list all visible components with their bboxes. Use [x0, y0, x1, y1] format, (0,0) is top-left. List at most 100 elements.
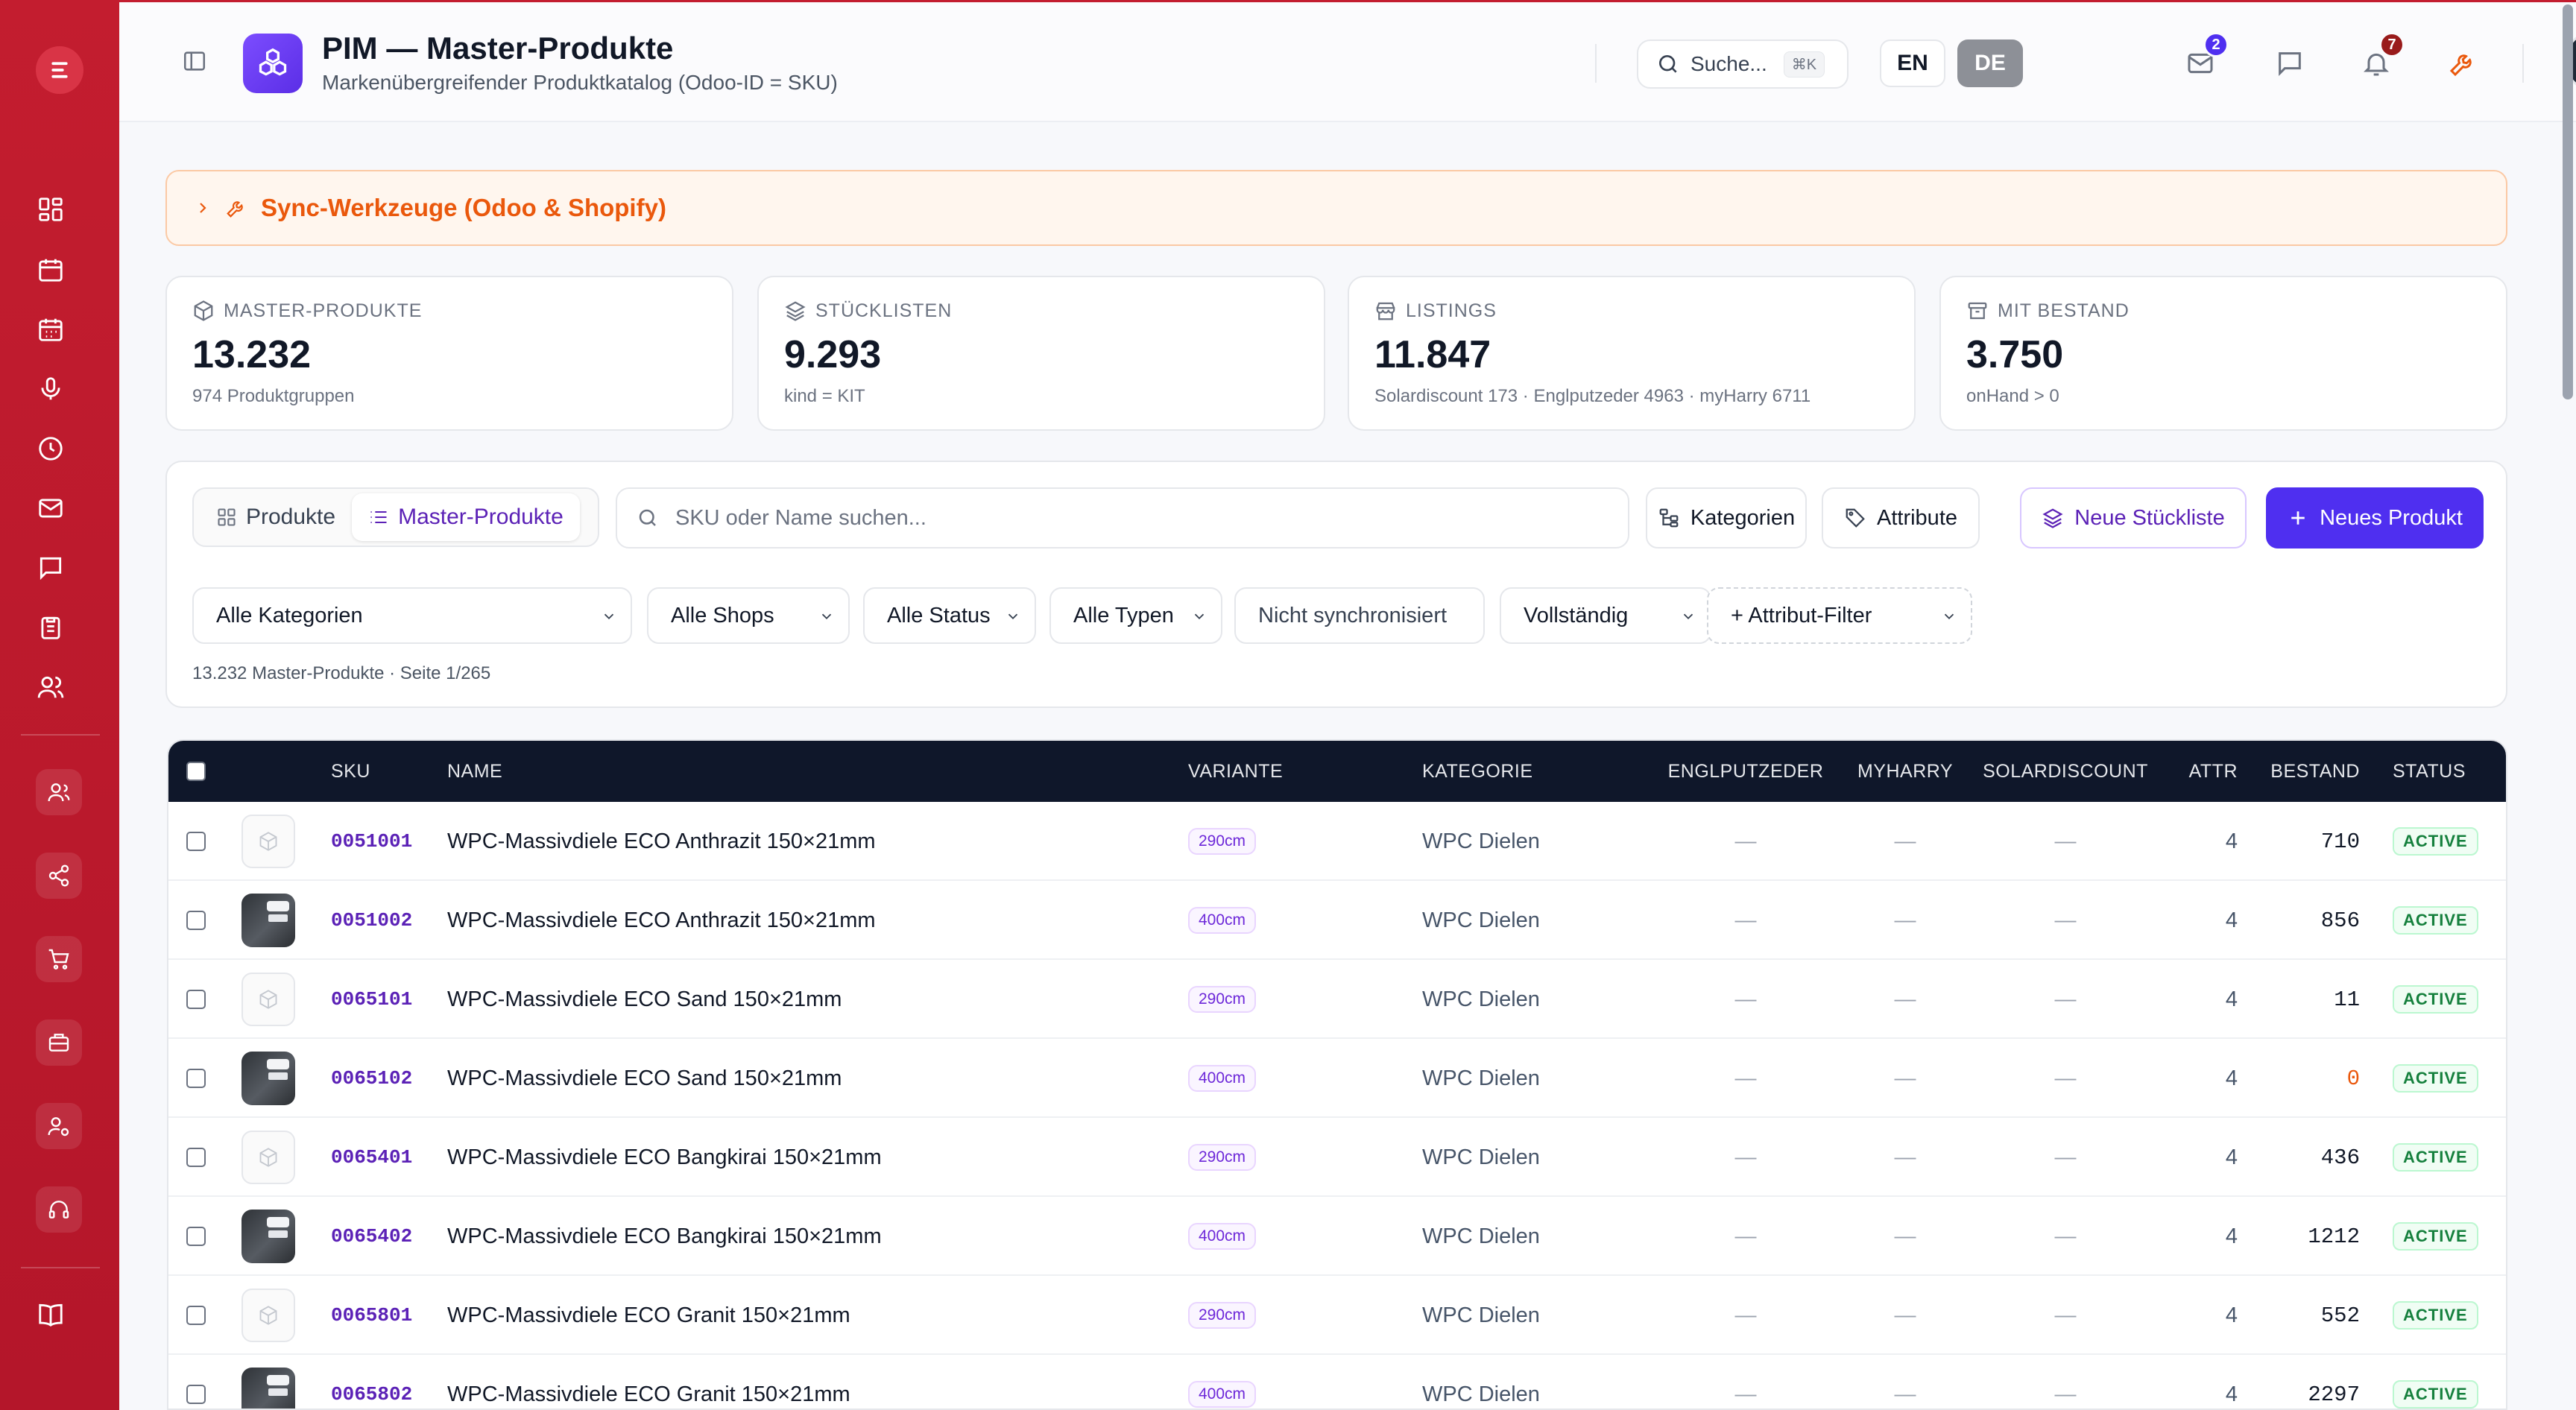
product-image[interactable] [242, 1210, 295, 1263]
dashboard-icon[interactable] [33, 192, 69, 227]
col-stock[interactable]: BESTAND [2248, 741, 2360, 802]
table-row[interactable]: 0051001 WPC-Massivdiele ECO Anthrazit 150… [168, 802, 2506, 881]
select-all-checkbox[interactable] [186, 741, 206, 802]
category-select[interactable]: Alle Kategorien [192, 587, 632, 644]
mail-icon[interactable] [33, 490, 69, 526]
row-checkbox[interactable] [186, 1118, 206, 1197]
row-checkbox[interactable] [186, 1197, 206, 1276]
messages-button[interactable] [2272, 45, 2308, 81]
product-name[interactable]: WPC-Massivdiele ECO Bangkirai 150×21mm [447, 1118, 882, 1197]
clock-icon[interactable] [33, 431, 69, 467]
share-icon[interactable] [36, 853, 82, 899]
row-checkbox[interactable] [186, 960, 206, 1039]
product-name[interactable]: WPC-Massivdiele ECO Sand 150×21mm [447, 960, 842, 1039]
chat-icon[interactable] [33, 550, 69, 586]
global-search-label: Suche... [1690, 52, 1767, 75]
shops-select[interactable]: Alle Shops [647, 587, 850, 644]
cart-icon[interactable] [36, 936, 82, 982]
table-row[interactable]: 0051002 WPC-Massivdiele ECO Anthrazit 150… [168, 881, 2506, 960]
sku-link[interactable]: 0051001 [331, 830, 412, 853]
product-name[interactable]: WPC-Massivdiele ECO Granit 150×21mm [447, 1355, 850, 1409]
sync-tools-label: Sync-Werkzeuge (Odoo & Shopify) [261, 194, 666, 221]
product-image[interactable] [242, 894, 295, 947]
completeness-select[interactable]: Vollständig [1500, 587, 1711, 644]
microphone-icon[interactable] [33, 371, 69, 407]
tab-products[interactable]: Produkte [200, 493, 352, 541]
notifications-button[interactable]: 7 [2358, 32, 2405, 81]
col-englputzeder[interactable]: ENGLPUTZEDER [1649, 741, 1843, 802]
headset-icon[interactable] [36, 1186, 82, 1233]
briefcase-icon[interactable] [36, 1019, 82, 1066]
row-checkbox[interactable] [186, 1039, 206, 1118]
product-name[interactable]: WPC-Massivdiele ECO Anthrazit 150×21mm [447, 802, 876, 881]
lang-de-button[interactable]: DE [1957, 39, 2023, 87]
sku-link[interactable]: 0065801 [331, 1304, 412, 1327]
product-name[interactable]: WPC-Massivdiele ECO Sand 150×21mm [447, 1039, 842, 1118]
calendar-grid-icon[interactable] [33, 312, 69, 347]
col-status[interactable]: STATUS [2393, 741, 2466, 802]
sku-link[interactable]: 0065102 [331, 1067, 412, 1090]
book-icon[interactable] [33, 1297, 69, 1332]
lang-en-button[interactable]: EN [1880, 39, 1945, 87]
row-checkbox[interactable] [186, 881, 206, 960]
table-row[interactable]: 0065801 WPC-Massivdiele ECO Granit 150×21… [168, 1276, 2506, 1355]
sku-link[interactable]: 0051002 [331, 909, 412, 932]
box-icon [194, 300, 213, 321]
product-image-placeholder[interactable] [242, 815, 295, 868]
col-myharry[interactable]: MYHARRY [1838, 741, 1972, 802]
sku-search-field[interactable] [616, 487, 1629, 548]
row-checkbox[interactable] [186, 1355, 206, 1409]
col-attr[interactable]: ATTR [2166, 741, 2238, 802]
calendar-icon[interactable] [33, 252, 69, 288]
product-image[interactable] [242, 1368, 295, 1409]
stat-card-in-stock: MIT BESTAND 3.750 onHand > 0 [1939, 276, 2507, 431]
product-name[interactable]: WPC-Massivdiele ECO Granit 150×21mm [447, 1276, 850, 1355]
sku-search-input[interactable] [675, 505, 1570, 531]
brand-logo[interactable] [36, 46, 83, 94]
col-category[interactable]: KATEGORIE [1422, 741, 1533, 802]
user-cog-icon[interactable] [36, 1103, 82, 1149]
row-checkbox[interactable] [186, 802, 206, 881]
sku-link[interactable]: 0065101 [331, 988, 412, 1011]
col-solardiscount[interactable]: SOLARDISCOUNT [1972, 741, 2159, 802]
new-bom-button[interactable]: Neue Stückliste [2020, 487, 2247, 548]
englputzeder-cell: — [1734, 1303, 1757, 1327]
attribute-filter-button[interactable]: + Attribut-Filter [1707, 587, 1972, 644]
table-row[interactable]: 0065101 WPC-Massivdiele ECO Sand 150×21mm… [168, 960, 2506, 1039]
product-name[interactable]: WPC-Massivdiele ECO Bangkirai 150×21mm [447, 1197, 882, 1276]
attributes-button[interactable]: Attribute [1822, 487, 1980, 548]
table-row[interactable]: 0065402 WPC-Massivdiele ECO Bangkirai 150… [168, 1197, 2506, 1276]
users-icon[interactable] [33, 669, 69, 705]
product-image[interactable] [242, 1052, 295, 1105]
product-image-placeholder[interactable] [242, 973, 295, 1026]
clipboard-icon[interactable] [33, 610, 69, 645]
sidebar-toggle-icon[interactable] [182, 48, 207, 74]
status-select[interactable]: Alle Status [863, 587, 1036, 644]
thumbnail-cell [242, 1118, 295, 1197]
categories-button[interactable]: Kategorien [1646, 487, 1807, 548]
product-image-placeholder[interactable] [242, 1289, 295, 1342]
table-row[interactable]: 0065102 WPC-Massivdiele ECO Sand 150×21mm… [168, 1039, 2506, 1118]
sku-link[interactable]: 0065802 [331, 1383, 412, 1406]
sku-link[interactable]: 0065401 [331, 1146, 412, 1169]
not-synced-toggle[interactable]: Nicht synchronisiert [1234, 587, 1485, 644]
types-select[interactable]: Alle Typen [1049, 587, 1222, 644]
sync-tools-toggle[interactable]: Sync-Werkzeuge (Odoo & Shopify) [165, 170, 2507, 246]
product-image-placeholder[interactable] [242, 1131, 295, 1184]
global-search-button[interactable]: Suche... ⌘K [1637, 39, 1849, 89]
new-product-button[interactable]: Neues Produkt [2266, 487, 2484, 548]
tools-button[interactable] [2445, 45, 2481, 81]
sku-link[interactable]: 0065402 [331, 1225, 412, 1248]
mail-button[interactable]: 2 [2182, 32, 2229, 81]
user-group-icon[interactable] [36, 769, 82, 815]
col-variant[interactable]: VARIANTE [1188, 741, 1283, 802]
page-scrollbar[interactable] [2563, 4, 2573, 399]
wrench-icon [227, 201, 243, 218]
table-row[interactable]: 0065401 WPC-Massivdiele ECO Bangkirai 150… [168, 1118, 2506, 1197]
row-checkbox[interactable] [186, 1276, 206, 1355]
col-name[interactable]: NAME [447, 741, 502, 802]
col-sku[interactable]: SKU [331, 741, 370, 802]
product-name[interactable]: WPC-Massivdiele ECO Anthrazit 150×21mm [447, 881, 876, 960]
table-row[interactable]: 0065802 WPC-Massivdiele ECO Granit 150×21… [168, 1355, 2506, 1409]
tab-master-products[interactable]: Master-Produkte [352, 493, 580, 541]
